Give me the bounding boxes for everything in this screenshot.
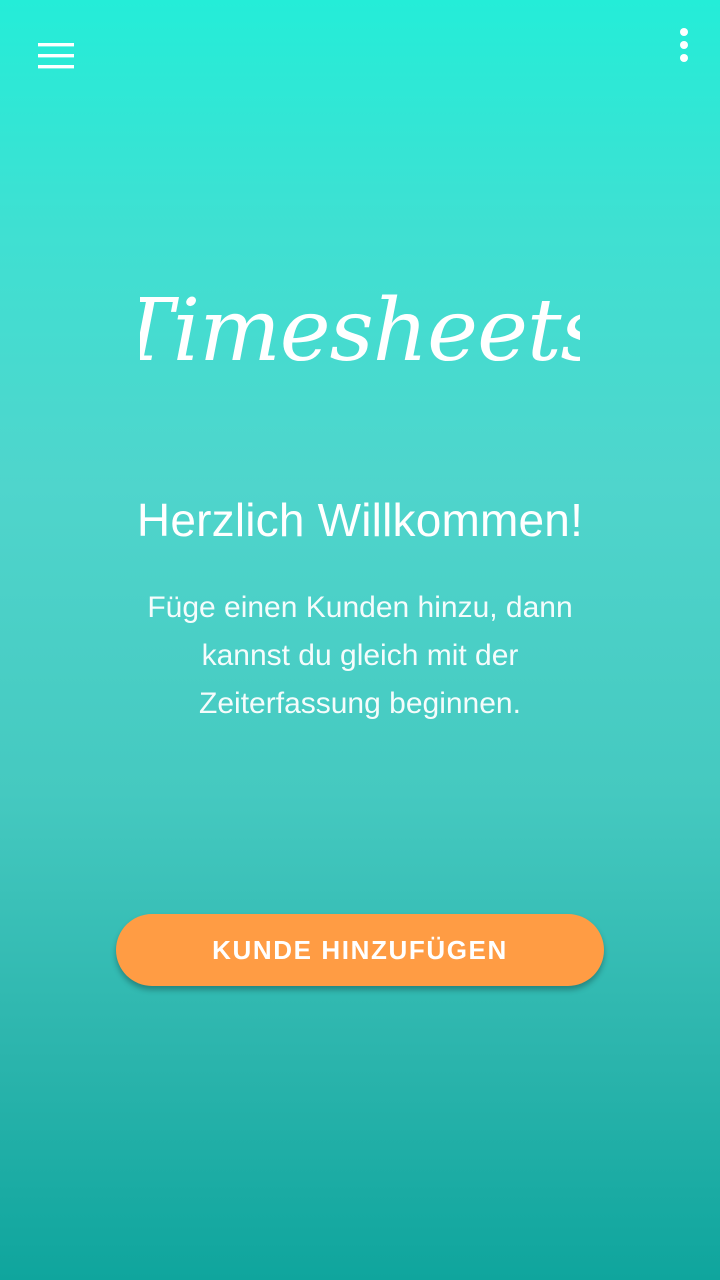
welcome-title: Herzlich Willkommen! — [136, 494, 584, 546]
navigation-drawer-button[interactable] — [24, 30, 88, 82]
app-logo: Timesheets — [0, 262, 720, 402]
welcome-description: Füge einen Kunden hinzu, dann kannst du … — [147, 591, 573, 720]
logo-text: Timesheets — [140, 281, 580, 381]
overflow-menu-button[interactable] — [668, 22, 700, 68]
more-vert-icon — [680, 28, 688, 62]
timesheets-logo: Timesheets — [140, 281, 580, 381]
app-screen: Timesheets Herzlich Willkommen! Füge ein… — [0, 0, 720, 1280]
hamburger-menu-icon — [38, 43, 74, 69]
add-customer-button[interactable]: KUNDE HINZUFÜGEN — [116, 914, 604, 986]
